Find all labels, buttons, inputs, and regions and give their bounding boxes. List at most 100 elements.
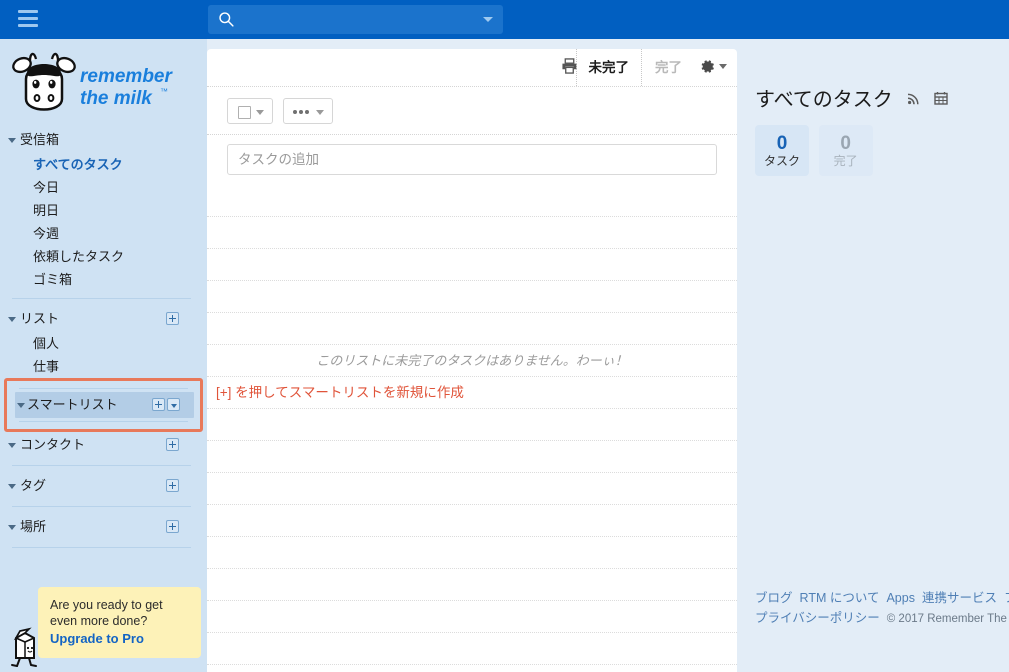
footer-links-row-1: ブログ RTM について Apps 連携サービスフ bbox=[755, 588, 1009, 608]
sidebar-group-label: コンタクト bbox=[20, 437, 86, 452]
settings-menu-button[interactable] bbox=[699, 58, 729, 76]
remember-the-milk-logo: remember the milk ™ bbox=[12, 52, 173, 111]
sidebar-item-today[interactable]: 今日 bbox=[0, 176, 207, 199]
footer-link-integrations[interactable]: 連携サービス bbox=[922, 591, 997, 605]
sidebar-group-label: リスト bbox=[20, 311, 60, 326]
task-row-empty bbox=[207, 409, 737, 441]
hamburger-bar bbox=[18, 17, 38, 20]
ellipsis-icon bbox=[293, 110, 311, 114]
sidebar-group-smartlists[interactable]: スマートリスト bbox=[15, 392, 194, 418]
copyright-text: © 2017 Remember The bbox=[886, 613, 1007, 625]
footer-link-about-rtm[interactable]: RTM について bbox=[800, 591, 880, 605]
smartlist-highlight-box: スマートリスト bbox=[4, 378, 203, 432]
sidebar-group-inbox[interactable]: 受信箱 bbox=[0, 127, 207, 153]
stat-box-completed[interactable]: 0 完了 bbox=[818, 125, 873, 176]
task-row-empty bbox=[207, 281, 737, 313]
stat-label: タスク bbox=[763, 154, 800, 168]
hamburger-menu-icon[interactable] bbox=[18, 10, 38, 28]
remember-the-milk-app: remember the milk ™ 受信箱 すべてのタスク 今日 明日 今週… bbox=[0, 0, 1009, 672]
task-row-empty bbox=[207, 569, 737, 601]
stat-box-tasks[interactable]: 0 タスク bbox=[755, 125, 809, 176]
sidebar-nav: 受信箱 すべてのタスク 今日 明日 今週 依頼したタスク ゴミ箱 リスト 個人 … bbox=[0, 127, 207, 555]
add-smartlist-button[interactable] bbox=[152, 398, 165, 411]
sidebar-item-given-tasks[interactable]: 依頼したタスク bbox=[0, 245, 207, 268]
right-info-panel: すべてのタスク 0 タスク 0 完了 ブログ RTM について Apps 連携サ… bbox=[737, 39, 1009, 672]
rss-icon[interactable] bbox=[906, 91, 920, 105]
chevron-down-icon[interactable] bbox=[483, 17, 493, 22]
task-list: このリストに未完了のタスクはありません。わーぃ！ [+] を押してスマートリスト… bbox=[207, 185, 737, 665]
add-location-button[interactable] bbox=[166, 520, 179, 533]
task-filter-row bbox=[207, 87, 737, 134]
add-tag-button[interactable] bbox=[166, 479, 179, 492]
search-input[interactable] bbox=[242, 5, 476, 36]
calendar-icon[interactable] bbox=[934, 91, 948, 105]
svg-text:the milk: the milk bbox=[80, 88, 153, 109]
sidebar-group-contacts[interactable]: コンタクト bbox=[0, 432, 207, 458]
sidebar-group-tags[interactable]: タグ bbox=[0, 473, 207, 499]
task-row-empty bbox=[207, 313, 737, 345]
create-smartlist-hint[interactable]: [+] を押してスマートリストを新規に作成 bbox=[207, 377, 737, 409]
chevron-down-icon bbox=[8, 317, 16, 322]
sidebar-item-work[interactable]: 仕事 bbox=[0, 355, 207, 378]
empty-state-message: このリストに未完了のタスクはありません。わーぃ！ bbox=[207, 345, 737, 377]
chevron-down-icon bbox=[8, 484, 16, 489]
select-all-dropdown[interactable] bbox=[227, 98, 273, 124]
footer-link-apps[interactable]: Apps bbox=[886, 591, 915, 605]
list-title-row: すべてのタスク bbox=[755, 83, 948, 112]
stat-value: 0 bbox=[840, 133, 851, 154]
smartlist-options-button[interactable] bbox=[167, 398, 180, 411]
chevron-down-icon bbox=[8, 138, 16, 143]
nav-group-locations: 場所 bbox=[0, 514, 207, 540]
tab-complete[interactable]: 完了 bbox=[643, 49, 694, 86]
task-row-empty bbox=[207, 441, 737, 473]
task-row-empty bbox=[207, 537, 737, 569]
chevron-down-icon bbox=[8, 443, 16, 448]
divider bbox=[12, 547, 191, 548]
task-row-empty bbox=[207, 473, 737, 505]
nav-group-inbox: 受信箱 すべてのタスク 今日 明日 今週 依頼したタスク ゴミ箱 bbox=[0, 127, 207, 291]
sidebar-group-lists[interactable]: リスト bbox=[0, 306, 207, 332]
hamburger-bar bbox=[18, 10, 38, 13]
divider bbox=[12, 298, 191, 299]
sidebar-group-label: スマートリスト bbox=[27, 397, 118, 412]
stat-value: 0 bbox=[776, 133, 788, 154]
task-row-empty bbox=[207, 505, 737, 537]
add-contact-button[interactable] bbox=[166, 438, 179, 451]
promo-line-2: even more done? bbox=[50, 614, 148, 628]
divider bbox=[12, 506, 191, 507]
search-bar[interactable] bbox=[208, 5, 503, 36]
footer-link-blog[interactable]: ブログ bbox=[755, 591, 793, 605]
task-panel-toolbar: 未完了 完了 bbox=[207, 49, 737, 86]
sidebar-group-label: 場所 bbox=[20, 519, 47, 534]
nav-group-tags: タグ bbox=[0, 473, 207, 499]
sidebar-item-personal[interactable]: 個人 bbox=[0, 332, 207, 355]
chevron-down-icon bbox=[256, 110, 264, 115]
upgrade-promo-bubble: Are you ready to get even more done? Upg… bbox=[38, 587, 201, 658]
nav-group-contacts: コンタクト bbox=[0, 432, 207, 458]
nav-group-lists: リスト 個人 仕事 bbox=[0, 306, 207, 378]
svg-text:™: ™ bbox=[160, 87, 168, 96]
task-row-empty bbox=[207, 633, 737, 665]
top-header-bar bbox=[0, 0, 1009, 39]
sidebar-item-all-tasks[interactable]: すべてのタスク bbox=[0, 153, 207, 176]
stat-label: 完了 bbox=[833, 154, 858, 168]
more-options-dropdown[interactable] bbox=[283, 98, 333, 124]
sidebar-item-this-week[interactable]: 今週 bbox=[0, 222, 207, 245]
footer-link-privacy-policy[interactable]: プライバシーポリシー bbox=[755, 611, 880, 625]
task-row-empty bbox=[207, 217, 737, 249]
sidebar-item-tomorrow[interactable]: 明日 bbox=[0, 199, 207, 222]
tab-incomplete[interactable]: 未完了 bbox=[575, 49, 642, 86]
add-list-button[interactable] bbox=[166, 312, 179, 325]
divider bbox=[12, 465, 191, 466]
footer: ブログ RTM について Apps 連携サービスフ プライバシーポリシー © 2017 … bbox=[755, 588, 1009, 629]
add-task-input[interactable] bbox=[227, 144, 717, 175]
chevron-down-icon bbox=[719, 64, 727, 69]
sidebar-item-trash[interactable]: ゴミ箱 bbox=[0, 268, 207, 291]
sidebar-group-label: 受信箱 bbox=[20, 132, 60, 147]
task-row-empty bbox=[207, 249, 737, 281]
upgrade-to-pro-link[interactable]: Upgrade to Pro bbox=[50, 631, 189, 647]
footer-link-truncated[interactable]: フ bbox=[1004, 591, 1009, 605]
sidebar: remember the milk ™ 受信箱 すべてのタスク 今日 明日 今週… bbox=[0, 39, 207, 672]
sidebar-group-locations[interactable]: 場所 bbox=[0, 514, 207, 540]
gear-icon bbox=[701, 60, 714, 73]
